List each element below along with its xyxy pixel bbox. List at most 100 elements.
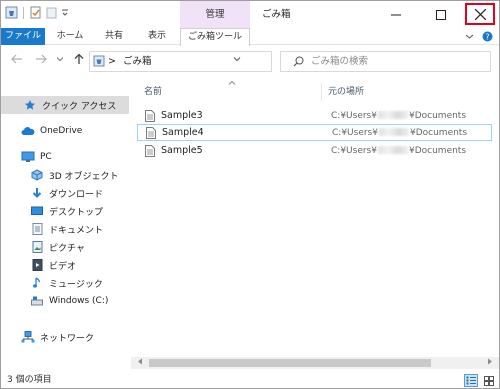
location-suffix: ¥Documents bbox=[408, 110, 467, 121]
navigation-pane: クイック アクセス OneDrive PC 3D オブジェクト ダウンロード デ… bbox=[1, 79, 131, 369]
nav-item-label: デスクトップ bbox=[49, 207, 104, 218]
nav-item-label: クイック アクセス bbox=[42, 101, 117, 112]
scroll-left-button[interactable] bbox=[134, 357, 146, 369]
customize-qat-icon[interactable] bbox=[61, 6, 69, 19]
location-suffix: ¥Documents bbox=[408, 145, 467, 156]
redacted-username bbox=[377, 111, 408, 119]
nav-item-onedrive[interactable]: OneDrive bbox=[1, 122, 129, 140]
address-bar[interactable]: > ごみ箱 bbox=[89, 51, 355, 72]
nav-item-music[interactable]: ミュージック bbox=[1, 274, 129, 292]
chevron-down-icon bbox=[233, 57, 241, 62]
network-icon bbox=[21, 330, 35, 344]
nav-item-3d-objects[interactable]: 3D オブジェクト bbox=[1, 166, 129, 184]
desktop-icon bbox=[30, 204, 44, 218]
svg-text:?: ? bbox=[485, 33, 489, 42]
file-row-sample5[interactable]: Sample5 C:¥Users¥ ¥Documents bbox=[137, 142, 492, 159]
new-folder-icon[interactable] bbox=[45, 6, 58, 19]
3d-objects-icon bbox=[30, 168, 44, 182]
quick-access-toolbar bbox=[5, 6, 69, 19]
item-count: 3 個の項目 bbox=[7, 375, 52, 385]
nav-item-label: ミュージック bbox=[49, 279, 103, 290]
videos-icon bbox=[30, 258, 44, 272]
column-header-name[interactable]: 名前 bbox=[144, 83, 319, 101]
chevron-down-icon bbox=[56, 57, 64, 62]
forward-button[interactable] bbox=[34, 53, 48, 69]
file-row-sample4[interactable]: Sample4 C:¥Users¥ ¥Documents bbox=[137, 124, 492, 141]
recycle-bin-icon bbox=[93, 55, 105, 70]
help-icon[interactable]: ? bbox=[482, 31, 493, 45]
file-original-location: C:¥Users¥ ¥Documents bbox=[331, 146, 466, 156]
nav-item-desktop[interactable]: デスクトップ bbox=[1, 202, 129, 220]
tab-home[interactable]: ホーム bbox=[53, 28, 87, 45]
qat-separator bbox=[23, 6, 24, 19]
location-prefix: C:¥Users¥ bbox=[331, 110, 377, 121]
recent-locations-button[interactable] bbox=[53, 53, 67, 69]
music-icon bbox=[30, 276, 44, 290]
nav-item-label: ドキュメント bbox=[49, 225, 104, 236]
path-segment-recycle-bin[interactable]: ごみ箱 bbox=[123, 56, 152, 67]
search-box[interactable]: ごみ箱の検索 bbox=[280, 51, 491, 72]
window-title: ごみ箱 bbox=[262, 9, 291, 20]
nav-item-pc[interactable]: PC bbox=[1, 148, 129, 166]
maximize-icon bbox=[436, 9, 446, 20]
details-view-button[interactable] bbox=[464, 374, 478, 387]
drive-icon bbox=[30, 294, 44, 308]
forward-arrow-icon bbox=[36, 54, 47, 64]
column-header-original-location[interactable]: 元の場所 bbox=[328, 83, 488, 101]
horizontal-scrollbar[interactable] bbox=[131, 357, 499, 369]
scrollbar-thumb[interactable] bbox=[149, 359, 431, 367]
file-name: Sample4 bbox=[162, 127, 204, 138]
nav-item-pictures[interactable]: ピクチャ bbox=[1, 238, 129, 256]
tab-file[interactable]: ファイル bbox=[1, 28, 45, 45]
close-button[interactable] bbox=[465, 3, 495, 25]
expand-ribbon-icon[interactable] bbox=[465, 32, 474, 44]
file-original-location: C:¥Users¥ ¥Documents bbox=[332, 128, 467, 138]
status-bar: 3 個の項目 bbox=[1, 371, 499, 388]
properties-icon[interactable] bbox=[29, 6, 42, 19]
scroll-right-button[interactable] bbox=[484, 357, 496, 369]
search-icon bbox=[293, 56, 304, 70]
back-button[interactable] bbox=[10, 53, 24, 69]
documents-icon bbox=[30, 222, 44, 236]
close-icon bbox=[474, 8, 486, 20]
maximize-button[interactable] bbox=[426, 1, 456, 28]
scroll-right-arrow-icon bbox=[488, 358, 492, 365]
tab-share[interactable]: 共有 bbox=[97, 28, 131, 45]
nav-item-windows-c[interactable]: Windows (C:) bbox=[1, 292, 129, 310]
minimize-icon bbox=[391, 14, 401, 15]
minimize-button[interactable] bbox=[381, 1, 411, 28]
location-prefix: C:¥Users¥ bbox=[331, 145, 377, 156]
nav-item-downloads[interactable]: ダウンロード bbox=[1, 184, 129, 202]
back-arrow-icon bbox=[11, 54, 22, 64]
search-placeholder: ごみ箱の検索 bbox=[311, 56, 369, 67]
file-icon bbox=[145, 109, 155, 122]
up-button[interactable] bbox=[72, 53, 86, 69]
nav-item-label: Windows (C:) bbox=[49, 296, 109, 306]
nav-item-network[interactable]: ネットワーク bbox=[1, 328, 129, 346]
nav-item-label: ダウンロード bbox=[49, 189, 104, 200]
nav-item-label: OneDrive bbox=[40, 126, 83, 136]
large-icons-view-button[interactable] bbox=[482, 374, 496, 387]
explorer-window: 管理 ごみ箱 ファイル ホーム 共有 表示 ごみ箱ツール ? > ごみ箱 ごみ箱… bbox=[0, 0, 500, 389]
nav-item-label: 3D オブジェクト bbox=[49, 171, 119, 182]
file-original-location: C:¥Users¥ ¥Documents bbox=[331, 111, 466, 121]
column-divider[interactable] bbox=[321, 83, 322, 101]
path-separator: > bbox=[108, 56, 116, 67]
redacted-username bbox=[378, 128, 409, 136]
tab-recycle-bin-tools[interactable]: ごみ箱ツール bbox=[180, 28, 250, 46]
large-icons-view-icon bbox=[484, 375, 494, 386]
file-row-sample3[interactable]: Sample3 C:¥Users¥ ¥Documents bbox=[137, 107, 492, 124]
file-name: Sample5 bbox=[161, 145, 203, 156]
nav-item-quick-access[interactable]: クイック アクセス bbox=[1, 96, 129, 114]
pictures-icon bbox=[30, 240, 44, 254]
tab-view[interactable]: 表示 bbox=[140, 28, 174, 45]
nav-item-documents[interactable]: ドキュメント bbox=[1, 220, 129, 238]
nav-item-label: ネットワーク bbox=[40, 333, 95, 344]
file-name: Sample3 bbox=[161, 110, 203, 121]
manage-context-tab[interactable]: 管理 bbox=[180, 1, 250, 28]
nav-item-videos[interactable]: ビデオ bbox=[1, 256, 129, 274]
title-bar: 管理 ごみ箱 bbox=[1, 1, 499, 28]
address-dropdown-button[interactable] bbox=[233, 52, 241, 71]
file-icon bbox=[146, 126, 156, 139]
download-icon bbox=[30, 186, 44, 200]
